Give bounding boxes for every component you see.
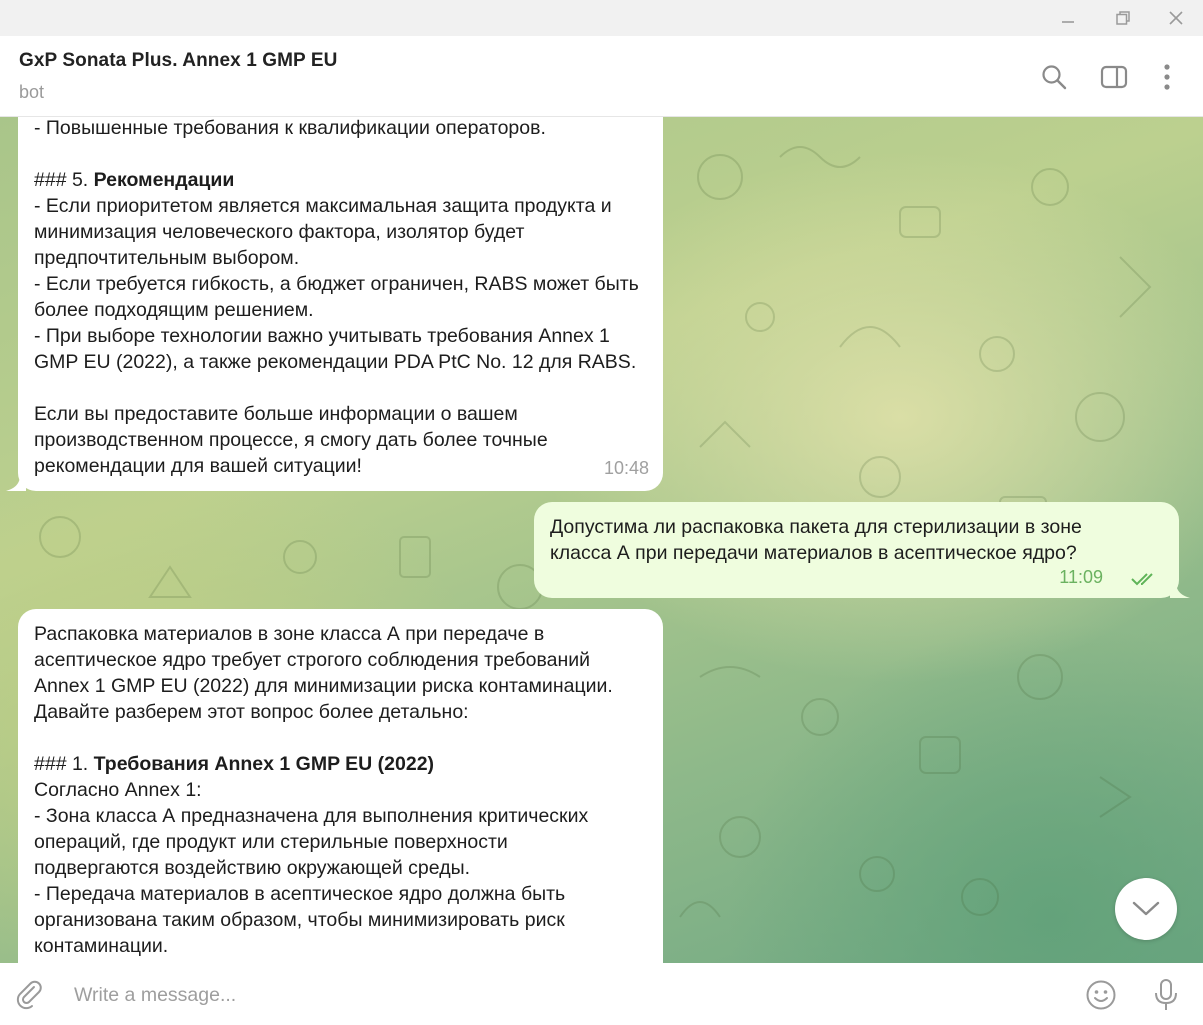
message-line: рекомендации для вашей ситуации!: [34, 455, 362, 477]
message-line: Согласно Annex 1:: [34, 779, 202, 801]
message-line: GMP EU (2022), а также рекомендации PDA …: [34, 351, 637, 373]
chat-history[interactable]: - Повышенные требования к квалификации о…: [0, 117, 1203, 963]
emoji-icon[interactable]: [1083, 977, 1119, 1013]
message-line: - Если требуется гибкость, а бюджет огра…: [34, 273, 639, 295]
double-check-icon: [1131, 573, 1153, 586]
more-vertical-icon[interactable]: [1150, 60, 1184, 94]
message-line: - Если приоритетом является максимальная…: [34, 195, 612, 217]
message-text: - Повышенные требования к квалификации о…: [34, 117, 639, 479]
close-icon[interactable]: [1156, 4, 1196, 32]
message-line: асептическое ядро требует строгого соблю…: [34, 649, 591, 671]
message-composer: [0, 963, 1203, 1025]
message-line: Annex 1 GMP EU (2022) для минимизации ри…: [34, 675, 613, 697]
message-line: класса А при передачи материалов в асепт…: [550, 542, 1077, 564]
message-text: Допустима ли распаковка пакета для стери…: [550, 514, 1082, 566]
message-input[interactable]: [72, 977, 1056, 1013]
message-line: ​: [34, 725, 613, 751]
message-line: Давайте разберем этот вопрос более детал…: [34, 701, 469, 723]
bubble-tail-outgoing: [1170, 582, 1190, 598]
sidebar-toggle-icon[interactable]: [1097, 60, 1131, 94]
message-time: 10:48: [603, 458, 649, 478]
message-line: - Повышенные требования к квалификации о…: [34, 117, 546, 139]
message-heading: ### 1. Требования Annex 1 GMP EU (2022): [34, 753, 435, 775]
message-line: минимизация человеческого фактора, изоля…: [34, 221, 525, 243]
window-titlebar: [0, 0, 1203, 36]
message-heading: ### 5. Рекомендации: [34, 169, 235, 191]
message-line: - Зона класса А предназначена для выполн…: [34, 805, 589, 827]
message-text: Распаковка материалов в зоне класса А пр…: [34, 621, 613, 959]
bubble-tail-incoming: [6, 475, 26, 491]
attach-icon[interactable]: [12, 977, 48, 1013]
message-bubble-outgoing[interactable]: Допустима ли распаковка пакета для стери…: [534, 502, 1179, 598]
search-icon[interactable]: [1037, 60, 1071, 94]
chevron-down-icon: [1132, 901, 1160, 916]
message-line: подвергаются воздействию окружающей сред…: [34, 857, 471, 879]
scroll-to-bottom-button[interactable]: [1115, 878, 1177, 940]
chat-header: GxP Sonata Plus. Annex 1 GMP EU bot: [0, 36, 1203, 117]
chat-status: bot: [19, 82, 45, 102]
message-bubble-incoming[interactable]: - Повышенные требования к квалификации о…: [18, 117, 663, 491]
microphone-icon[interactable]: [1148, 977, 1184, 1013]
minimize-icon[interactable]: [1048, 4, 1088, 32]
restore-icon[interactable]: [1103, 4, 1143, 32]
message-line: организована таким образом, чтобы миними…: [34, 909, 565, 931]
message-line: более подходящим решением.: [34, 299, 314, 321]
message-line: Допустима ли распаковка пакета для стери…: [550, 516, 1082, 538]
message-line: производственном процессе, я смогу дать …: [34, 429, 548, 451]
message-time: 11:09: [1059, 567, 1103, 587]
message-line: ​: [34, 375, 639, 401]
message-line: операций, где продукт или стерильные пов…: [34, 831, 508, 853]
message-line: - При выборе технологии важно учитывать …: [34, 325, 610, 347]
message-bubble-incoming[interactable]: Распаковка материалов в зоне класса А пр…: [18, 609, 663, 963]
message-line: предпочтительным выбором.: [34, 247, 300, 269]
message-line: ​: [34, 141, 639, 167]
chat-title[interactable]: GxP Sonata Plus. Annex 1 GMP EU: [19, 50, 337, 72]
message-line: Если вы предоставите больше информации о…: [34, 403, 518, 425]
message-line: Распаковка материалов в зоне класса А пр…: [34, 623, 545, 645]
message-line: контаминации.: [34, 935, 169, 957]
message-line: - Передача материалов в асептическое ядр…: [34, 883, 566, 905]
